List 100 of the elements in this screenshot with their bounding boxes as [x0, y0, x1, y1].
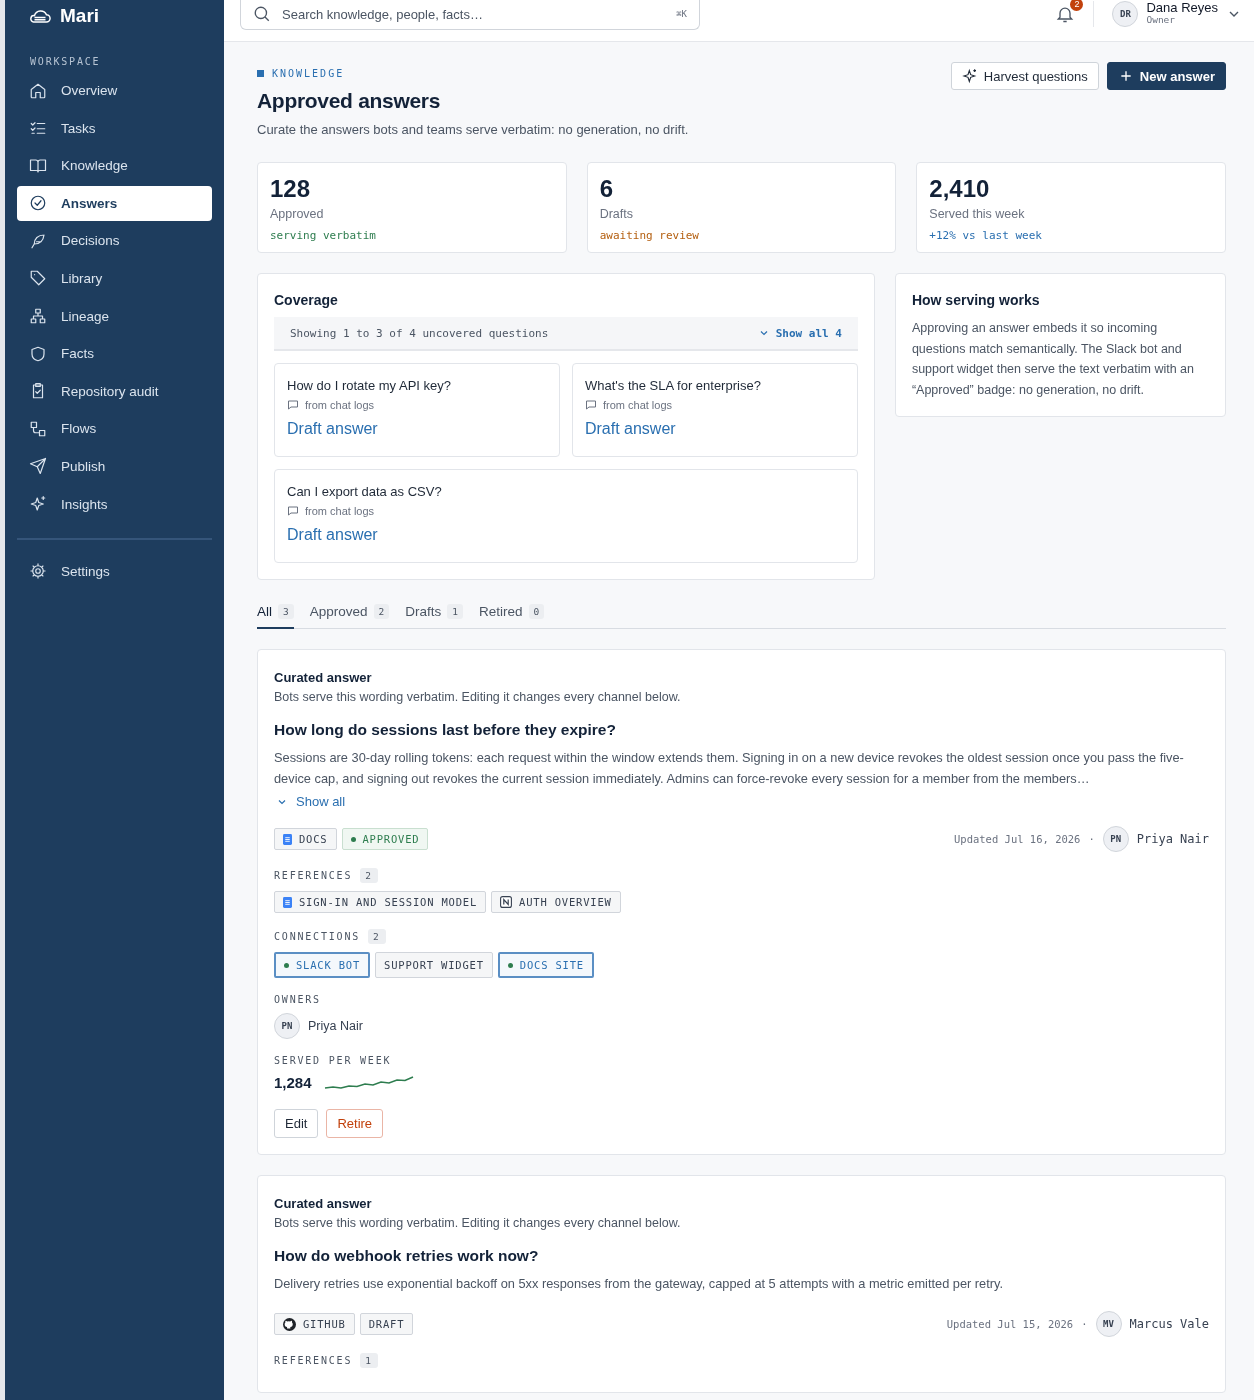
avatar: MV: [1095, 1311, 1122, 1337]
count-badge: 1: [360, 1353, 378, 1368]
nav-item[interactable]: Repository audit: [17, 373, 212, 409]
field-label: SERVED PER WEEK: [274, 1055, 392, 1066]
filter-tab[interactable]: Approved 2: [309, 600, 390, 629]
owner-name: Priya Nair: [308, 1019, 363, 1033]
reference-chip[interactable]: AUTH OVERVIEW: [491, 891, 621, 913]
notification-count: 2: [1070, 0, 1084, 11]
cat-circle-icon: [283, 1317, 296, 1331]
count-badge: 2: [368, 929, 386, 944]
panel-title: Coverage: [274, 292, 339, 308]
count-badge: 2: [360, 868, 378, 883]
nav-item[interactable]: Overview: [17, 73, 212, 108]
avatar: PN: [1102, 826, 1129, 852]
chat-bubble-icon: [584, 399, 597, 411]
tag-icon: [29, 269, 47, 288]
connection-toggle[interactable]: DOCS SITE: [497, 952, 594, 978]
section-label: WORKSPACE: [29, 55, 102, 69]
filter-tab[interactable]: Drafts 1: [405, 600, 464, 629]
filter-tab[interactable]: Retired 0: [479, 600, 545, 629]
tag: APPROVED: [341, 828, 429, 850]
filter-tab[interactable]: All 3: [257, 600, 294, 629]
nav-item[interactable]: Facts: [17, 336, 212, 372]
document-icon: [283, 896, 292, 908]
user-role: Owner: [1146, 15, 1177, 26]
avatar: PN: [274, 1013, 300, 1039]
nav-item[interactable]: Tasks: [17, 110, 212, 146]
draft-answer-link[interactable]: Draft answer: [287, 526, 378, 544]
show-all-link[interactable]: Show all: [276, 794, 1209, 809]
show-all-link[interactable]: Show all 4: [757, 326, 842, 340]
shapes-icon: [29, 419, 47, 438]
tag: DRAFT: [359, 1313, 414, 1335]
nav-item[interactable]: Lineage: [17, 298, 212, 334]
retire-button[interactable]: Retire: [326, 1109, 384, 1138]
nav-item[interactable]: Publish: [17, 448, 212, 484]
square-icon: [257, 70, 264, 77]
shield-icon: [29, 344, 47, 363]
nav-item[interactable]: Flows: [17, 411, 212, 447]
tab-count: 2: [373, 604, 390, 619]
n-box-icon: [500, 896, 513, 908]
status-dot: [350, 836, 356, 842]
nav-item[interactable]: Settings: [17, 553, 212, 589]
nav-item[interactable]: Insights: [17, 486, 212, 522]
stat-note: awaiting review: [599, 229, 700, 242]
nav-item[interactable]: Decisions: [17, 223, 212, 259]
author-name: Marcus Vale: [1129, 1317, 1209, 1331]
connection-toggle[interactable]: SLACK BOT: [274, 952, 371, 978]
answer-question: How do webhook retries work now?: [274, 1247, 540, 1265]
nav-item[interactable]: Answers: [17, 185, 212, 221]
stat-value: 6: [599, 175, 614, 203]
field-label: CONNECTIONS: [274, 931, 361, 942]
hierarchy-icon: [29, 307, 47, 326]
tab-count: 0: [528, 604, 545, 619]
served-count: 1,284: [274, 1074, 312, 1091]
author-name: Priya Nair: [1136, 832, 1209, 846]
field-label: REFERENCES: [274, 1355, 353, 1366]
tag: DOCS: [274, 828, 337, 850]
eyebrow: KNOWLEDGE: [272, 68, 345, 79]
sparkle-icon: [29, 495, 47, 514]
coverage-summary: Showing 1 to 3 of 4 uncovered questions: [290, 326, 549, 340]
draft-answer-link[interactable]: Draft answer: [584, 420, 676, 438]
separator: ·: [1088, 833, 1095, 845]
shortcut-hint: ⌘K: [676, 9, 687, 19]
tab-count: 3: [278, 604, 294, 619]
stat-label: Served this week: [929, 207, 1026, 221]
harvest-button[interactable]: Harvest questions: [950, 62, 1099, 90]
document-icon: [283, 833, 292, 845]
answer-body: Delivery retries use exponential backoff on 5xx responses from the gateway, capped at 5 attempts with a metric emitted per retry.: [274, 1275, 1005, 1293]
brand-name: Mari: [60, 5, 100, 27]
cloud-logo-icon: [29, 8, 51, 24]
page-subtitle: Curate the answers bots and teams serve verbatim: no generation, no drift.: [257, 122, 689, 137]
chat-bubble-icon: [287, 399, 299, 411]
question-text: How do I rotate my API key?: [287, 378, 453, 393]
answer-question: How long do sessions last before they expire?: [274, 721, 617, 739]
feather-icon: [29, 231, 47, 250]
stat-value: 128: [270, 175, 312, 203]
book-icon: [29, 156, 47, 175]
user-menu[interactable]: DR Dana Reyes Owner: [1112, 0, 1242, 27]
edit-button[interactable]: Edit: [274, 1109, 319, 1138]
nav-item[interactable]: Library: [17, 260, 212, 296]
question-source: from chat logs: [305, 399, 375, 411]
search-bar[interactable]: Search knowledge, people, facts… ⌘K: [240, 0, 700, 30]
new-answer-button[interactable]: New answer: [1106, 62, 1226, 90]
search-field[interactable]: Search knowledge, people, facts…: [280, 5, 668, 23]
stat-value: 2,410: [929, 175, 991, 203]
info-text: Approving an answer embeds it so incoming questions match semantically. The Slack bot and support widget then serve the text verbatim with an “Approved” badge: no generation, no drift.: [911, 320, 1195, 399]
reference-chip[interactable]: SIGN-IN AND SESSION MODEL: [274, 891, 487, 913]
user-name: Dana Reyes: [1146, 1, 1218, 16]
updated-date: Updated Jul 15, 2026: [946, 1318, 1074, 1330]
question-source: from chat logs: [602, 399, 673, 411]
separator: ·: [1081, 1318, 1088, 1330]
connection-toggle[interactable]: SUPPORT WIDGET: [375, 952, 493, 978]
draft-answer-link[interactable]: Draft answer: [287, 420, 378, 438]
section-note: Bots serve this wording verbatim. Editing it changes every channel below.: [274, 690, 682, 704]
nav-item[interactable]: Knowledge: [17, 148, 212, 184]
home-icon: [29, 81, 47, 100]
stat-label: Drafts: [599, 207, 634, 221]
stat-label: Approved: [270, 207, 325, 221]
stat-note: serving verbatim: [270, 229, 377, 242]
gear-icon: [29, 562, 47, 581]
